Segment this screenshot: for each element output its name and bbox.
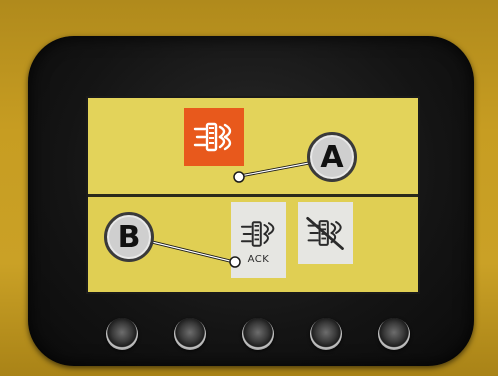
hardware-button-4[interactable] [310, 318, 342, 350]
hardware-button-1[interactable] [106, 318, 138, 350]
hardware-button-5[interactable] [378, 318, 410, 350]
callout-a: A [307, 132, 357, 182]
hardware-button-2[interactable] [174, 318, 206, 350]
callout-b: B [104, 212, 154, 262]
hardware-button-3[interactable] [242, 318, 274, 350]
